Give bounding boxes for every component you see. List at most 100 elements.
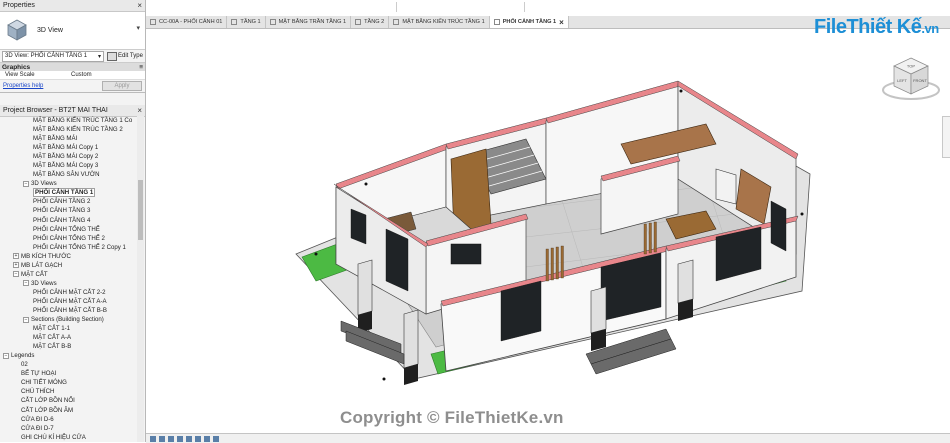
browser-item[interactable]: − Sections (Building Section) bbox=[0, 315, 136, 324]
lock-view-icon[interactable] bbox=[213, 435, 219, 442]
browser-item-label: MẶT BẰNG MÁI Copy 2 bbox=[33, 153, 99, 161]
browser-item[interactable]: PHỐI CẢNH TẦNG 4 bbox=[0, 216, 136, 225]
browser-item[interactable]: −3D Views bbox=[0, 179, 136, 188]
browser-item[interactable]: MẶT CẮT B-B bbox=[0, 342, 136, 351]
browser-item[interactable]: CỬA ĐI D-6 bbox=[0, 415, 136, 424]
navigation-bar[interactable] bbox=[942, 116, 950, 158]
browser-item[interactable]: MẶT BẰNG KIẾN TRÚC TẦNG 2 bbox=[0, 125, 136, 134]
browser-item[interactable]: MẶT BẰNG MÁI Copy 1 bbox=[0, 143, 136, 152]
edit-type-icon bbox=[107, 51, 117, 61]
collapse-icon[interactable]: − bbox=[23, 280, 29, 287]
view-tab[interactable]: TẦNG 2 bbox=[351, 16, 390, 28]
viewcube-left-label: LEFT bbox=[897, 78, 907, 83]
browser-item[interactable]: − Legends bbox=[0, 351, 136, 360]
browser-item[interactable]: + MB LÁT GẠCH bbox=[0, 261, 136, 270]
browser-item-label: CHÚ THÍCH bbox=[21, 388, 55, 396]
properties-help-link[interactable]: Properties help bbox=[3, 83, 43, 89]
3d-view-icon bbox=[7, 19, 27, 41]
browser-item[interactable]: PHỐI CẢNH MẶT CẮT B-B bbox=[0, 306, 136, 315]
browser-item[interactable]: PHỐI CẢNH TỔNG THỂ 2 Copy 1 bbox=[0, 243, 136, 252]
copyright-watermark: Copyright © FileThietKe.vn bbox=[340, 408, 564, 427]
collapse-icon[interactable]: − bbox=[13, 271, 19, 278]
view-row: 3D View: PHỐI CẢNH TẦNG 1 ▾ Edit Type bbox=[0, 50, 145, 63]
type-name: 3D View bbox=[37, 27, 63, 34]
browser-item-label: MẶT CẮT bbox=[21, 270, 48, 278]
browser-item-label: PHỐI CẢNH MẶT CẮT B-B bbox=[33, 307, 107, 314]
collapse-icon[interactable]: − bbox=[23, 180, 29, 187]
browser-item[interactable]: 02 bbox=[0, 360, 136, 369]
shadows-icon[interactable] bbox=[186, 435, 192, 442]
apply-button[interactable]: Apply bbox=[102, 81, 142, 91]
browser-item[interactable]: PHỐI CẢNH TẦNG 2 bbox=[0, 197, 136, 206]
browser-item[interactable]: + MB KÍCH THƯỚC bbox=[0, 252, 136, 261]
browser-scrollbar[interactable] bbox=[137, 116, 144, 442]
detail-level-icon[interactable] bbox=[159, 435, 165, 442]
browser-item-label: MẶT BẰNG KIẾN TRÚC TẦNG 1 Co bbox=[33, 117, 133, 125]
collapse-icon[interactable]: ≡ bbox=[139, 64, 143, 71]
browser-item[interactable]: GHI CHÚ KÍ HIỆU CỬA bbox=[0, 433, 136, 442]
browser-item[interactable]: MẶT BẰNG SÂN VƯỜN bbox=[0, 170, 136, 179]
view-tab-label: TẦNG 2 bbox=[364, 19, 385, 25]
close-icon[interactable]: × bbox=[137, 1, 142, 10]
properties-header: Properties × bbox=[0, 0, 145, 12]
scrollbar-thumb[interactable] bbox=[138, 180, 143, 240]
separator bbox=[524, 2, 525, 12]
browser-item[interactable]: CHÚ THÍCH bbox=[0, 387, 136, 396]
project-browser-tree: MẶT BẰNG KIẾN TRÚC TẦNG 1 Co MẶT BẰNG KIẾ… bbox=[0, 116, 136, 442]
expand-icon[interactable]: + bbox=[13, 262, 19, 269]
view-cube[interactable]: TOP LEFT FRONT bbox=[876, 52, 946, 108]
browser-item[interactable]: PHỐI CẢNH MẶT CẮT 2-2 bbox=[0, 288, 136, 297]
properties-title: Properties bbox=[3, 2, 35, 9]
graphics-group-header[interactable]: Graphics ≡ bbox=[0, 63, 145, 71]
collapse-icon[interactable]: − bbox=[23, 316, 29, 323]
browser-item-label: CẮT LỚP BỒN ÂM bbox=[21, 406, 74, 414]
3d-view-canvas[interactable] bbox=[146, 29, 950, 433]
expand-icon[interactable]: + bbox=[13, 253, 19, 260]
project-browser-title: Project Browser - BT2T MAI THAI bbox=[3, 107, 108, 114]
edit-type-button[interactable]: Edit Type bbox=[107, 51, 143, 61]
sun-path-icon[interactable] bbox=[177, 435, 183, 442]
browser-item[interactable]: MẶT BẰNG MÁI bbox=[0, 134, 136, 143]
browser-item-label: MẶT BẰNG MÁI Copy 3 bbox=[33, 162, 99, 170]
browser-item-label: MẶT BẰNG MÁI Copy 1 bbox=[33, 144, 99, 152]
browser-item[interactable]: MẶT CẮT A-A bbox=[0, 333, 136, 342]
browser-item[interactable]: −3D Views bbox=[0, 279, 136, 288]
close-icon[interactable]: × bbox=[137, 106, 142, 115]
browser-item[interactable]: CỬA ĐI D-7 bbox=[0, 424, 136, 433]
browser-item[interactable]: CẮT LỚP BỒN ÂM bbox=[0, 406, 136, 415]
type-selector[interactable]: 3D View ▾ bbox=[0, 12, 145, 50]
browser-item[interactable]: MẶT BẰNG MÁI Copy 2 bbox=[0, 152, 136, 161]
visual-style-icon[interactable] bbox=[168, 435, 174, 442]
viewcube-front-label: FRONT bbox=[913, 78, 927, 83]
browser-item-label: 3D Views bbox=[31, 279, 57, 287]
render-icon[interactable] bbox=[195, 435, 201, 442]
view-icon bbox=[150, 19, 156, 25]
view-tab[interactable]: MẶT BẰNG KIẾN TRÚC TẦNG 1 bbox=[389, 16, 490, 28]
browser-item[interactable]: PHỐI CẢNH TỔNG THỂ bbox=[0, 225, 136, 234]
browser-item[interactable]: PHỐI CẢNH TỔNG THỂ 2 bbox=[0, 234, 136, 243]
collapse-icon[interactable]: − bbox=[3, 352, 9, 359]
browser-item[interactable]: MẶT CẮT 1-1 bbox=[0, 324, 136, 333]
browser-item-label: MB LÁT GẠCH bbox=[21, 261, 63, 269]
browser-item[interactable]: PHỐI CẢNH TẦNG 3 bbox=[0, 206, 136, 215]
view-tab[interactable]: PHỐI CẢNH TẦNG 1 × bbox=[489, 16, 569, 28]
browser-item[interactable]: CHI TIẾT MÓNG bbox=[0, 378, 136, 387]
browser-item[interactable]: PHỐI CẢNH TẦNG 1 bbox=[0, 188, 136, 198]
browser-item[interactable]: − MẶT CẮT bbox=[0, 270, 136, 279]
browser-item-label: PHỐI CẢNH TẦNG 1 bbox=[33, 188, 96, 198]
view-selector[interactable]: 3D View: PHỐI CẢNH TẦNG 1 ▾ bbox=[2, 50, 104, 62]
view-scale-row[interactable]: View Scale Custom bbox=[0, 71, 145, 80]
crop-icon[interactable] bbox=[204, 435, 210, 442]
view-tab[interactable]: CC-00A - PHỐI CẢNH 01 bbox=[146, 16, 228, 28]
view-tab[interactable]: TẦNG 1 bbox=[227, 16, 266, 28]
view-tab[interactable]: MẶT BẰNG TRẦN TẦNG 1 bbox=[266, 16, 352, 28]
chevron-down-icon[interactable]: ▾ bbox=[136, 24, 140, 32]
close-icon[interactable]: × bbox=[559, 18, 564, 27]
browser-item[interactable]: CẮT LỚP BỒN NỔI bbox=[0, 396, 136, 405]
browser-item[interactable]: MẶT BẰNG KIẾN TRÚC TẦNG 1 Co bbox=[0, 116, 136, 125]
browser-item[interactable]: PHỐI CẢNH MẶT CẮT A-A bbox=[0, 297, 136, 306]
scale-icon[interactable] bbox=[150, 435, 156, 442]
browser-item[interactable]: MẶT BẰNG MÁI Copy 3 bbox=[0, 161, 136, 170]
browser-item[interactable]: BỂ TỰ HOẠI bbox=[0, 369, 136, 378]
viewcube-top-label: TOP bbox=[907, 64, 915, 69]
